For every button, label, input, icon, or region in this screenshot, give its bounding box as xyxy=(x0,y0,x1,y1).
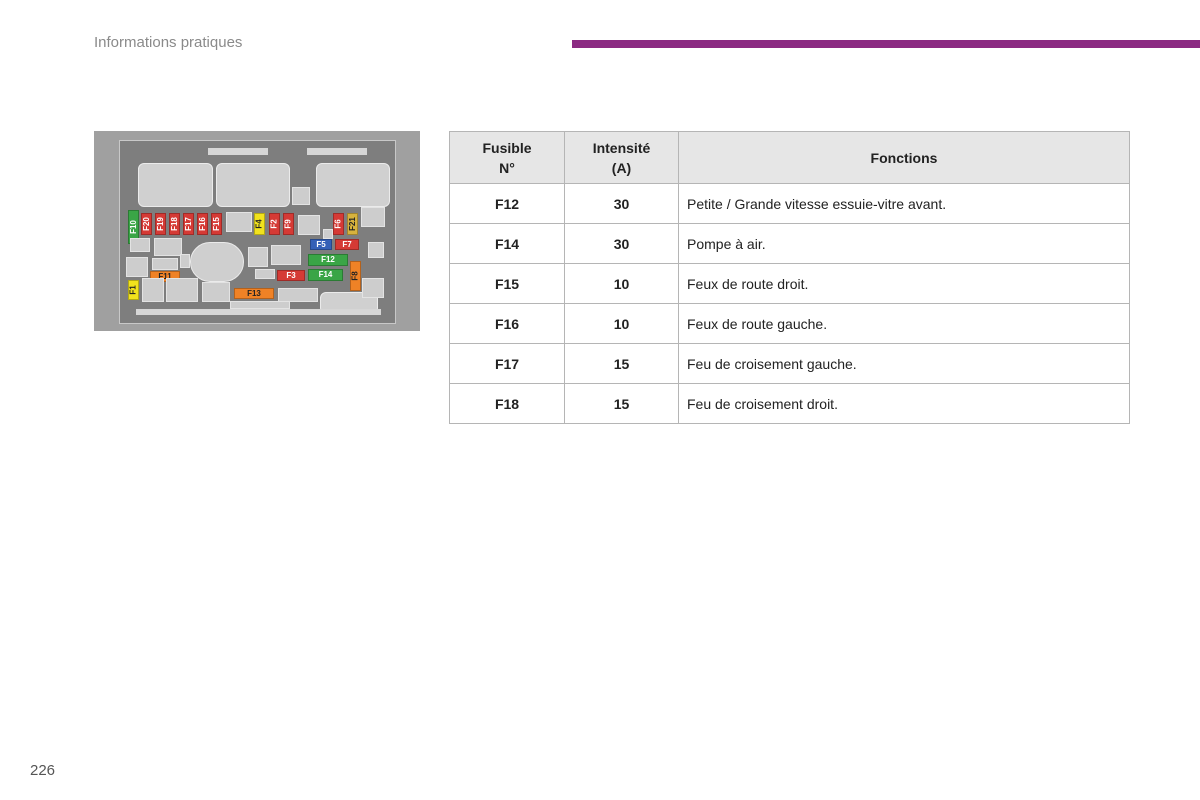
fuse-f14: F14 xyxy=(308,269,343,281)
amperage-cell: 10 xyxy=(564,263,679,304)
small-block xyxy=(298,215,320,235)
function-cell: Pompe à air. xyxy=(678,223,1130,264)
fuse-table: Fusible N° Intensité (A) Fonctions F12 3… xyxy=(449,131,1130,424)
small-block xyxy=(255,269,275,279)
fuse-number-cell: F17 xyxy=(449,343,565,384)
fuse-f2: F2 xyxy=(269,213,280,235)
fuse-number-cell: F15 xyxy=(449,263,565,304)
function-cell: Feux de route gauche. xyxy=(678,303,1130,344)
header-functions: Fonctions xyxy=(678,131,1130,184)
fuse-number-cell: F18 xyxy=(449,383,565,424)
fuse-f7: F7 xyxy=(335,239,359,250)
fuse-f16: F16 xyxy=(197,213,208,235)
header-amperage: Intensité (A) xyxy=(564,131,679,184)
amperage-cell: 15 xyxy=(564,343,679,384)
fuse-f12: F12 xyxy=(308,254,348,266)
function-cell: Feux de route droit. xyxy=(678,263,1130,304)
fuse-number-cell: F14 xyxy=(449,223,565,264)
table-row: F18 15 Feu de croisement droit. xyxy=(449,383,1130,424)
section-title: Informations pratiques xyxy=(94,34,243,51)
table-row: F14 30 Pompe à air. xyxy=(449,223,1130,264)
table-row: F16 10 Feux de route gauche. xyxy=(449,303,1130,344)
small-block xyxy=(166,278,198,302)
fuse-f17: F17 xyxy=(183,213,194,235)
fusebox-panel: F10 F20 F19 F18 F17 F16 F15 F4 F2 F9 F6 … xyxy=(119,140,396,324)
amperage-cell: 15 xyxy=(564,383,679,424)
fuse-f5: F5 xyxy=(310,239,332,250)
small-block xyxy=(292,187,310,205)
fuse-f1: F1 xyxy=(128,280,139,300)
fuse-f21: F21 xyxy=(347,213,358,235)
table-header-row: Fusible N° Intensité (A) Fonctions xyxy=(449,131,1130,184)
function-cell: Feu de croisement gauche. xyxy=(678,343,1130,384)
connector-bar xyxy=(136,309,381,315)
small-block xyxy=(248,247,268,267)
relay-block xyxy=(316,163,390,207)
function-cell: Petite / Grande vitesse essuie-vitre ava… xyxy=(678,183,1130,224)
connector-bar xyxy=(307,148,367,155)
function-cell: Feu de croisement droit. xyxy=(678,383,1130,424)
small-block xyxy=(368,242,384,258)
small-block xyxy=(226,212,252,232)
fuse-f3: F3 xyxy=(277,270,305,281)
small-block xyxy=(271,245,301,265)
fuse-f9: F9 xyxy=(283,213,294,235)
fusebox-diagram: F10 F20 F19 F18 F17 F16 F15 F4 F2 F9 F6 … xyxy=(94,131,420,331)
small-block xyxy=(130,238,150,252)
small-block xyxy=(154,238,182,256)
table-row: F17 15 Feu de croisement gauche. xyxy=(449,343,1130,384)
amperage-cell: 10 xyxy=(564,303,679,344)
fuse-f6: F6 xyxy=(333,213,344,235)
small-block xyxy=(180,254,190,268)
amperage-cell: 30 xyxy=(564,183,679,224)
fuse-f18: F18 xyxy=(169,213,180,235)
fuse-f15: F15 xyxy=(211,213,222,235)
connector-bar xyxy=(208,148,268,155)
small-block xyxy=(202,282,230,302)
fuse-f19: F19 xyxy=(155,213,166,235)
table-row: F12 30 Petite / Grande vitesse essuie-vi… xyxy=(449,183,1130,224)
small-block xyxy=(142,278,164,302)
relay-block xyxy=(216,163,290,207)
fuse-number-cell: F16 xyxy=(449,303,565,344)
amperage-cell: 30 xyxy=(564,223,679,264)
relay-round xyxy=(190,242,244,282)
small-block xyxy=(278,288,318,302)
table-row: F15 10 Feux de route droit. xyxy=(449,263,1130,304)
fuse-f4: F4 xyxy=(254,213,265,235)
small-block xyxy=(362,278,384,298)
section-accent-bar xyxy=(572,40,1200,48)
page-number: 226 xyxy=(30,762,56,779)
header-fuse-number: Fusible N° xyxy=(449,131,565,184)
small-block xyxy=(126,257,148,277)
fuse-number-cell: F12 xyxy=(449,183,565,224)
fuse-f13: F13 xyxy=(234,288,274,299)
relay-block xyxy=(138,163,213,207)
small-block xyxy=(152,258,178,270)
small-block xyxy=(361,207,385,227)
fuse-f20: F20 xyxy=(141,213,152,235)
small-block xyxy=(230,301,290,309)
small-block xyxy=(323,229,333,239)
fuse-f8: F8 xyxy=(350,261,361,291)
